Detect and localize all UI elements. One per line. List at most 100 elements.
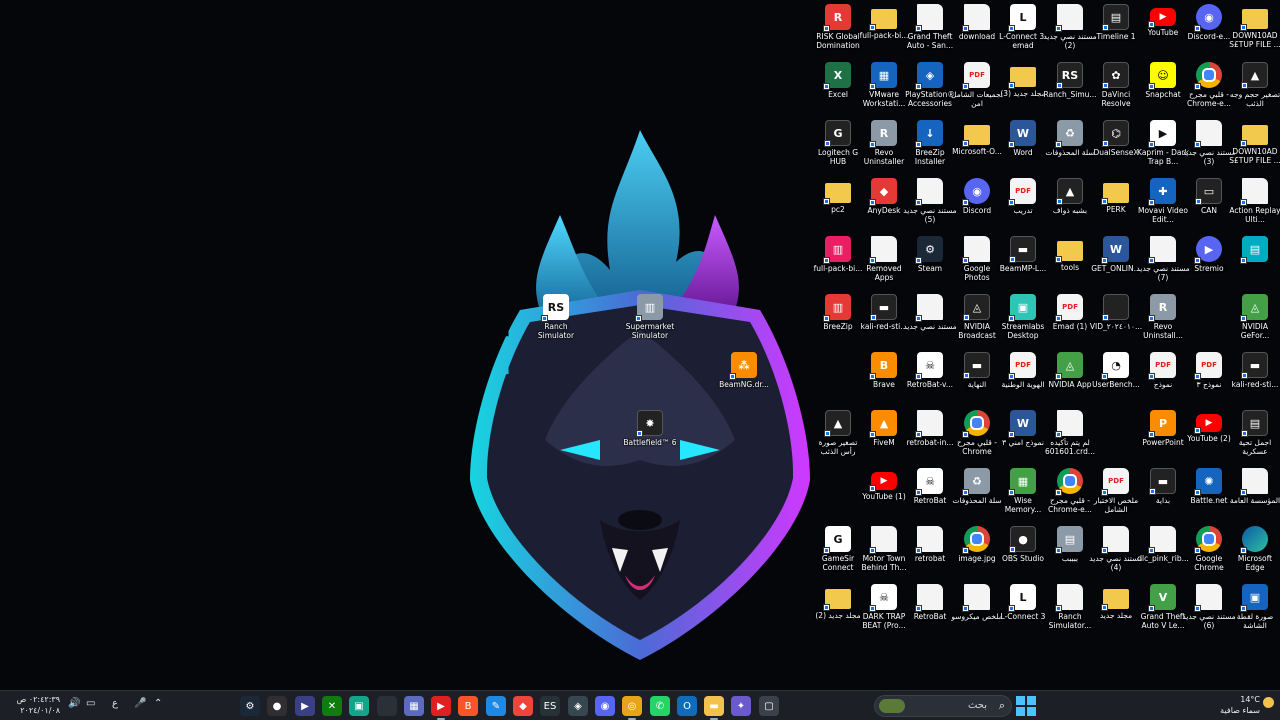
desktop-icon-anydesk[interactable]: ◆ AnyDesk <box>862 178 906 215</box>
desktop-icon-logitech-ghub[interactable]: G Logitech G HUB <box>816 120 860 166</box>
desktop-icon-breezip[interactable]: ▥ BreeZip <box>816 294 860 331</box>
desktop-icon-download-setup[interactable]: DOWN10AD S£TUP FILE ... <box>1229 4 1280 49</box>
desktop-icon-recycle-bin-1[interactable]: ♻ سلة المحذوفات <box>1045 120 1095 157</box>
obs-taskbar-icon[interactable]: ● <box>267 696 287 716</box>
desktop-icon-obs-studio[interactable]: ● OBS Studio <box>1001 526 1045 563</box>
desktop-icon-new-folder-2[interactable]: مجلد جديد (2) <box>815 584 861 620</box>
desktop-icon-retrobat-lower[interactable]: retrobat <box>908 526 952 563</box>
desktop-icon-model-pdf[interactable]: PDF نموذج <box>1141 352 1185 389</box>
desktop-icon-userbench[interactable]: ◔ UserBench... <box>1092 352 1140 389</box>
desktop-icon-beginning[interactable]: ▬ بداية <box>1141 468 1185 505</box>
desktop-icon-wolf-head[interactable]: ▲ بشبه ذواف <box>1048 178 1092 215</box>
desktop-icon-microsoft-edge[interactable]: Microsoft Edge <box>1233 526 1277 572</box>
desktop-icon-military-salute[interactable]: ▤ اجمل تحية عسكرية <box>1233 410 1277 456</box>
desktop-icon-ranch-simulator-center[interactable]: RS Ranch Simulator <box>534 294 578 340</box>
desktop-icon-image-jpg[interactable]: image.jpg <box>955 526 999 563</box>
desktop-icon-nvidia-geforce[interactable]: ◬ NVIDIA GeFor... <box>1233 294 1277 340</box>
desktop-icon-full-pack-folder[interactable]: full-pack-bi... <box>860 4 908 40</box>
desktop-icon-exam-summary[interactable]: PDF ملخص الاختبار الشامل <box>1094 468 1138 514</box>
chevron-up-icon[interactable]: ⌃ <box>154 698 162 709</box>
desktop-icon-dlc-pink[interactable]: dlc_pink_rib... <box>1137 526 1189 563</box>
desktop-icon-get-online[interactable]: W GET_ONLIN... <box>1091 236 1141 273</box>
desktop-icon-new-text-3[interactable]: مستند نصي جديد (3) <box>1182 120 1236 166</box>
desktop-icon-recycle-bin-2[interactable]: ♻ سلة المحذوفات <box>952 468 1002 505</box>
desktop-icon-ranch-sim-2[interactable]: Ranch Simulator... <box>1048 584 1092 630</box>
desktop-icon-national-id[interactable]: PDF الهوية الوطنية <box>1001 352 1045 389</box>
desktop-icon-screenshot[interactable]: ▣ صورة لقطة الشاشة <box>1233 584 1277 630</box>
desktop-icon-retrobat-in[interactable]: retrobat-in... <box>907 410 953 447</box>
desktop-icon-chrome-e-3[interactable]: قلبي مجرح - Chrome-e... <box>1048 468 1092 514</box>
desktop-icon-download-setup-2[interactable]: DOWN10AD S£TUP FILE ... <box>1229 120 1280 165</box>
desktop-icon-ps-accessories[interactable]: ◈ PlayStation® Accessories <box>905 62 955 108</box>
microphone-icon[interactable]: 🎤 <box>134 698 146 709</box>
desktop-icon-bbbb[interactable]: ▤ ببببب <box>1048 526 1092 563</box>
notes-taskbar-icon[interactable]: ✎ <box>486 696 506 716</box>
desktop-icon-pdf-compilations[interactable]: PDF تجميعات الشامل امن <box>951 62 1003 108</box>
start-button[interactable] <box>1016 696 1036 716</box>
desktop-icon-new-text-4[interactable]: مستند نصي جديد (4) <box>1089 526 1143 572</box>
xbox-taskbar-icon[interactable]: ✕ <box>322 696 342 716</box>
desktop-icon-excel[interactable]: X Excel <box>816 62 860 99</box>
desktop-icon-beamng-drive[interactable]: ⁂ BeamNG.dr... <box>719 352 769 389</box>
desktop-icon-can[interactable]: ▭ CAN <box>1187 178 1231 215</box>
desktop-icon-new-text-7[interactable]: مستند نصي جديد (7) <box>1136 236 1190 282</box>
copilot-taskbar-icon[interactable]: ✦ <box>731 696 751 716</box>
desktop-icon-gamesir[interactable]: G GameSir Connect <box>816 526 860 572</box>
desktop-icon-nvidia-broadcast[interactable]: ◬ NVIDIA Broadcast <box>955 294 999 340</box>
desktop-icon-dualsensex[interactable]: ⌬ DualSenseX <box>1094 120 1139 157</box>
desktop-icon-perk[interactable]: PERK <box>1094 178 1138 214</box>
desktop-icon-micro-summary[interactable]: ملخص ميكروسو <box>951 584 1003 621</box>
desktop-icon-snapchat[interactable]: ☺ Snapchat <box>1141 62 1185 99</box>
desktop-icon-shrink-wolf[interactable]: ▲ تصغير حجم وجه الذئب <box>1230 62 1280 108</box>
desktop-icon-new-folder-3[interactable]: مجلد جديد (3) <box>1000 62 1046 98</box>
desktop-icon-the-end[interactable]: ▬ النهاية <box>955 352 999 389</box>
desktop-icon-streamlabs[interactable]: ▣ Streamlabs Desktop <box>1001 294 1045 340</box>
desktop-icon-wolf-head-shrink[interactable]: ▲ تصغير صورة رأس الذئب <box>816 410 860 456</box>
anydesk-taskbar-icon[interactable]: ◆ <box>513 696 533 716</box>
desktop-icon-full-pack-rar[interactable]: ▥ full-pack-bi... <box>814 236 862 273</box>
desktop-icon-pc2[interactable]: pc2 <box>816 178 860 214</box>
desktop-icon-new-text-6[interactable]: مستند نصي جديد (6) <box>1182 584 1236 630</box>
desktop-icon-pdf-training[interactable]: PDF تدريب <box>1001 178 1045 215</box>
search-box[interactable]: بحث ⌕ <box>874 695 1012 717</box>
desktop-icon-new-text-5[interactable]: مستند نصي جديد (5) <box>903 178 957 224</box>
es-taskbar-icon[interactable]: ES <box>540 696 560 716</box>
desktop-icon-lconnect-3[interactable]: L L-Connect 3 <box>1001 584 1045 621</box>
desktop-icon-gta-san[interactable]: Grand Theft Auto - San... <box>907 4 953 50</box>
desktop-icon-retrobat-1[interactable]: ☠ RetroBat <box>908 468 952 505</box>
vpn-taskbar-icon[interactable]: ◈ <box>568 696 588 716</box>
desktop-icon-new-text-2[interactable]: مستند نصي جديد (2) <box>1043 4 1097 50</box>
desktop-icon-microsoft-o[interactable]: Microsoft-O... <box>952 120 1002 156</box>
desktop-icon-security-model[interactable]: W نموذج امني ٣ <box>1001 410 1045 447</box>
desktop-icon-gta-v[interactable]: V Grand Theft Auto V Le... <box>1141 584 1185 630</box>
desktop-icon-removed-apps[interactable]: Removed Apps <box>862 236 906 282</box>
desktop-icon-fivem[interactable]: ▲ FiveM <box>862 410 906 447</box>
language-indicator[interactable]: ع <box>112 698 118 709</box>
calculator-taskbar-icon[interactable]: ▦ <box>404 696 424 716</box>
desktop-icon-battlefield-6[interactable]: ✸ Battlefield™ 6 <box>623 410 677 447</box>
desktop-icon-timeline-1[interactable]: ▤ Timeline 1 <box>1094 4 1138 41</box>
desktop-icon-google-chrome[interactable]: Google Chrome <box>1187 526 1231 572</box>
volume-icon[interactable]: 🔊 <box>68 698 80 709</box>
chrome-taskbar-icon[interactable]: ◎ <box>622 696 642 720</box>
desktop-icon-stremio[interactable]: ▶ Stremio <box>1187 236 1231 273</box>
desktop-icon-battlenet[interactable]: ✺ Battle.net <box>1187 468 1231 505</box>
network-icon[interactable]: ▭ <box>86 698 95 709</box>
app-taskbar-icon[interactable]: ▣ <box>349 696 369 716</box>
desktop-icon-emad-1[interactable]: PDF Emad (1) <box>1048 294 1092 331</box>
desktop-icon-kali-red-1[interactable]: ▬ kali-red-sti... <box>861 294 907 331</box>
desktop-icon-vid-file[interactable]: VID_٢٠٢٤٠١٠... <box>1090 294 1142 331</box>
desktop-icon-retrobat-2[interactable]: RetroBat <box>908 584 952 621</box>
window-taskbar-icon[interactable]: ▢ <box>759 696 779 716</box>
desktop-icon-davinci[interactable]: ✿ DaVinci Resolve <box>1094 62 1138 108</box>
desktop-icon-new-text-plain[interactable]: مستند نصي جديد <box>903 294 957 331</box>
desktop-icon-beammp[interactable]: ▬ BeamMP-L... <box>1000 236 1046 273</box>
desktop-icon-breezip-installer[interactable]: ↓ BreeZip Installer <box>908 120 952 166</box>
desktop-icon-steam[interactable]: ⚙ Steam <box>908 236 952 273</box>
weather-widget[interactable]: 14°C سماء صافية <box>1200 694 1260 716</box>
desktop-icon-new-folder[interactable]: مجلد جديد <box>1094 584 1138 620</box>
desktop-icon-motor-town[interactable]: Motor Town Behind Th... <box>862 526 906 572</box>
blank-taskbar-icon[interactable] <box>377 696 397 716</box>
desktop-icon-risk-global-domination[interactable]: R RISK Global Domination <box>816 4 860 50</box>
desktop-icon-image-app[interactable]: ▤ <box>1233 236 1277 264</box>
